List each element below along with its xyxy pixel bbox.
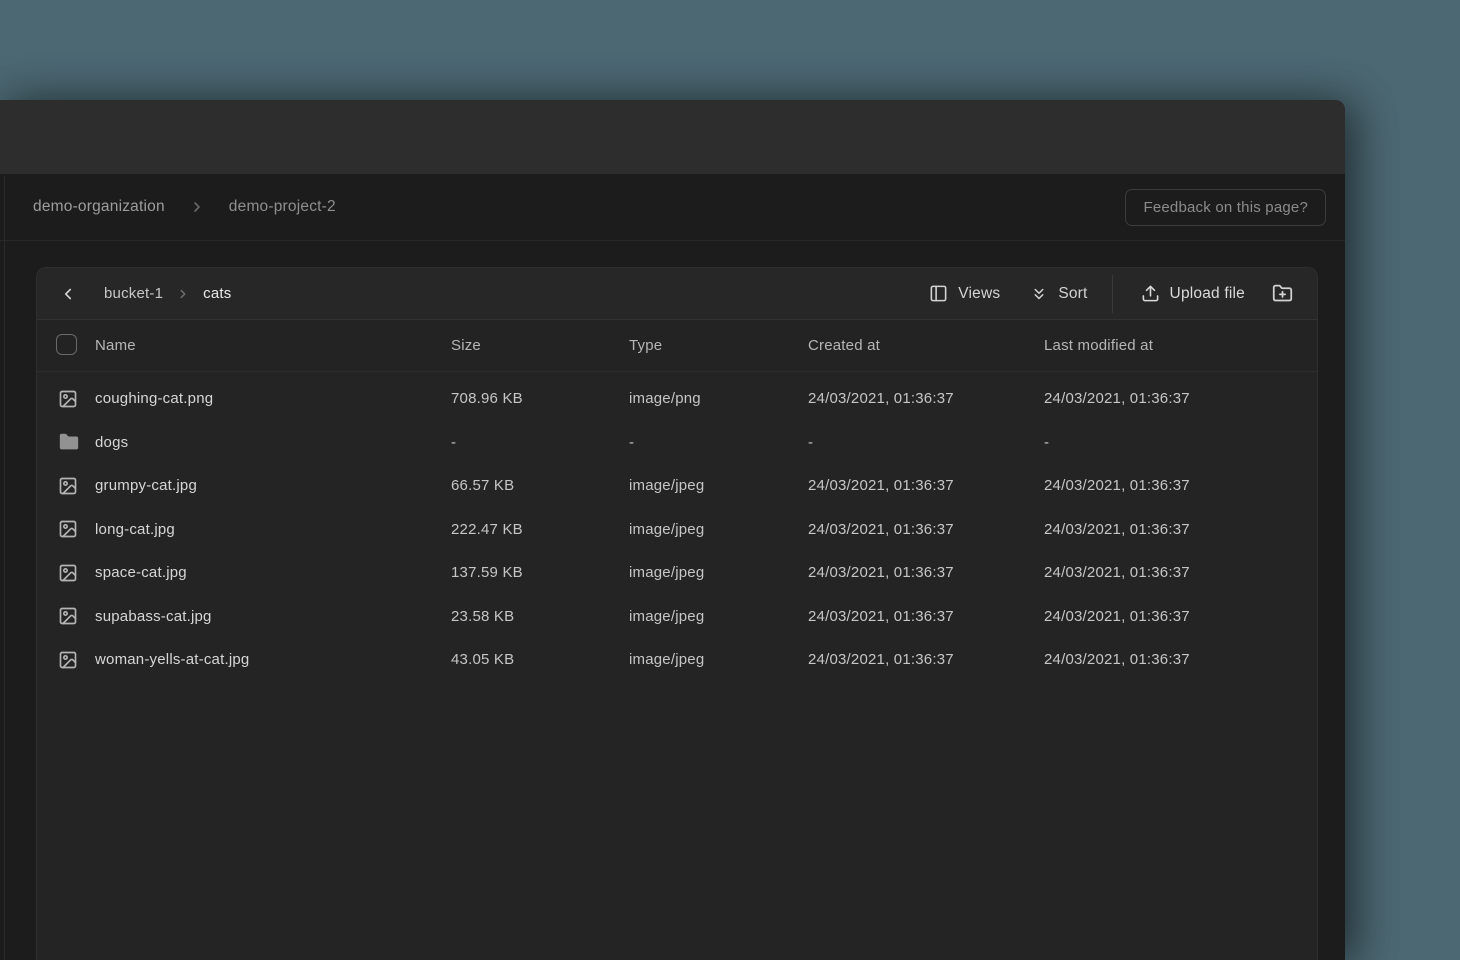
file-modified-at: 24/03/2021, 01:36:37: [1044, 564, 1317, 581]
upload-icon: [1141, 284, 1160, 303]
file-modified-at: 24/03/2021, 01:36:37: [1044, 651, 1317, 668]
file-type: image/png: [629, 390, 808, 407]
file-name: supabass-cat.jpg: [95, 608, 451, 625]
column-header-size: Size: [451, 337, 629, 354]
sort-button[interactable]: Sort: [1030, 285, 1087, 303]
panel-columns-icon: [929, 284, 948, 303]
column-header-last-modified-at: Last modified at: [1044, 337, 1317, 354]
column-header-created-at: Created at: [808, 337, 1044, 354]
file-type: image/jpeg: [629, 608, 808, 625]
file-type: image/jpeg: [629, 651, 808, 668]
table-row[interactable]: dogs - - - -: [37, 421, 1317, 465]
path-bucket[interactable]: bucket-1: [104, 285, 163, 302]
file-size: 43.05 KB: [451, 651, 629, 668]
file-size: 708.96 KB: [451, 390, 629, 407]
image-file-icon: [58, 476, 78, 496]
table-row[interactable]: supabass-cat.jpg 23.58 KB image/jpeg 24/…: [37, 595, 1317, 639]
file-modified-at: 24/03/2021, 01:36:37: [1044, 521, 1317, 538]
table-row[interactable]: coughing-cat.png 708.96 KB image/png 24/…: [37, 377, 1317, 421]
upload-file-button[interactable]: Upload file: [1141, 284, 1245, 303]
chevron-right-icon: [189, 199, 205, 215]
breadcrumb-organization[interactable]: demo-organization: [33, 198, 165, 216]
upload-label: Upload file: [1170, 285, 1245, 303]
sort-label: Sort: [1058, 285, 1087, 303]
file-size: 137.59 KB: [451, 564, 629, 581]
file-created-at: -: [808, 434, 1044, 451]
file-created-at: 24/03/2021, 01:36:37: [808, 608, 1044, 625]
file-size: 23.58 KB: [451, 608, 629, 625]
file-created-at: 24/03/2021, 01:36:37: [808, 521, 1044, 538]
file-size: -: [451, 434, 629, 451]
breadcrumb-project[interactable]: demo-project-2: [229, 198, 336, 216]
chevron-right-icon: [176, 287, 190, 301]
storage-explorer-panel: bucket-1 cats Views Sort: [36, 267, 1318, 960]
back-button[interactable]: [59, 285, 77, 303]
app-window: demo-organization demo-project-2 Feedbac…: [0, 100, 1345, 960]
chevron-left-icon: [59, 285, 77, 303]
image-file-icon: [58, 606, 78, 626]
explorer-toolbar: bucket-1 cats Views Sort: [37, 268, 1317, 320]
chevrons-down-icon: [1030, 285, 1048, 303]
image-file-icon: [58, 389, 78, 409]
file-type: -: [629, 434, 808, 451]
new-folder-button[interactable]: [1272, 283, 1293, 304]
column-header-type: Type: [629, 337, 808, 354]
file-modified-at: -: [1044, 434, 1317, 451]
file-created-at: 24/03/2021, 01:36:37: [808, 651, 1044, 668]
file-name: woman-yells-at-cat.jpg: [95, 651, 451, 668]
views-label: Views: [958, 285, 1000, 303]
feedback-button[interactable]: Feedback on this page?: [1125, 189, 1326, 226]
file-modified-at: 24/03/2021, 01:36:37: [1044, 390, 1317, 407]
file-name: coughing-cat.png: [95, 390, 451, 407]
image-file-icon: [58, 650, 78, 670]
file-created-at: 24/03/2021, 01:36:37: [808, 564, 1044, 581]
path-current-folder: cats: [203, 285, 231, 302]
select-all-checkbox[interactable]: [56, 334, 77, 355]
sidebar-edge-divider: [4, 176, 5, 960]
file-modified-at: 24/03/2021, 01:36:37: [1044, 608, 1317, 625]
column-header-name: Name: [95, 337, 451, 354]
file-type: image/jpeg: [629, 564, 808, 581]
titlebar: [0, 100, 1345, 174]
file-type: image/jpeg: [629, 521, 808, 538]
file-name: dogs: [95, 434, 451, 451]
file-created-at: 24/03/2021, 01:36:37: [808, 477, 1044, 494]
file-size: 222.47 KB: [451, 521, 629, 538]
breadcrumb: demo-organization demo-project-2 Feedbac…: [0, 174, 1345, 241]
table-header-row: Name Size Type Created at Last modified …: [37, 320, 1317, 372]
toolbar-divider: [1112, 275, 1113, 313]
file-name: grumpy-cat.jpg: [95, 477, 451, 494]
file-list: coughing-cat.png 708.96 KB image/png 24/…: [37, 372, 1317, 682]
views-button[interactable]: Views: [929, 284, 1000, 303]
file-type: image/jpeg: [629, 477, 808, 494]
table-row[interactable]: grumpy-cat.jpg 66.57 KB image/jpeg 24/03…: [37, 464, 1317, 508]
file-modified-at: 24/03/2021, 01:36:37: [1044, 477, 1317, 494]
table-row[interactable]: woman-yells-at-cat.jpg 43.05 KB image/jp…: [37, 638, 1317, 682]
table-row[interactable]: space-cat.jpg 137.59 KB image/jpeg 24/03…: [37, 551, 1317, 595]
table-row[interactable]: long-cat.jpg 222.47 KB image/jpeg 24/03/…: [37, 508, 1317, 552]
image-file-icon: [58, 563, 78, 583]
folder-icon: [58, 431, 80, 453]
file-size: 66.57 KB: [451, 477, 629, 494]
file-created-at: 24/03/2021, 01:36:37: [808, 390, 1044, 407]
file-name: space-cat.jpg: [95, 564, 451, 581]
folder-plus-icon: [1272, 283, 1293, 304]
file-name: long-cat.jpg: [95, 521, 451, 538]
image-file-icon: [58, 519, 78, 539]
